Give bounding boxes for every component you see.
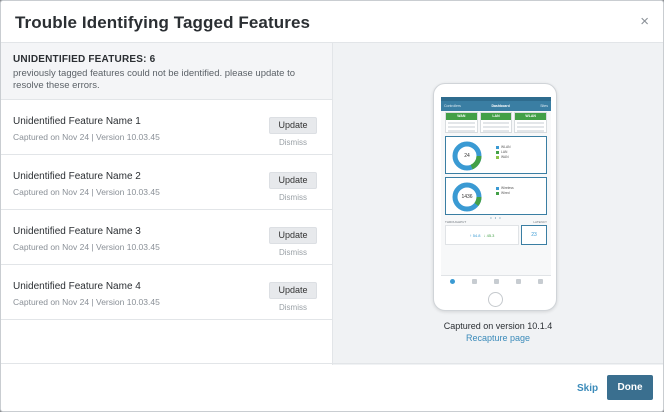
- tab-icon: [515, 278, 521, 284]
- phone-donut-card: 1436 Wireless Wired: [445, 177, 547, 215]
- tile-header: WAN: [446, 113, 477, 120]
- legend-item: LAN: [501, 150, 508, 154]
- recapture-link[interactable]: Recapture page: [333, 333, 663, 343]
- trouble-identifying-modal: Trouble Identifying Tagged Features × UN…: [0, 0, 664, 412]
- donut-chart: 1436: [452, 182, 482, 212]
- tab-icon: [493, 278, 499, 284]
- phone-donut-card: 24 WLAN LAN WAN: [445, 136, 547, 174]
- modal-title: Trouble Identifying Tagged Features: [15, 13, 311, 32]
- latency-box: 23: [521, 225, 547, 245]
- tile-line: [517, 130, 545, 132]
- tile-line: [448, 130, 475, 132]
- feature-meta: Captured on Nov 24 | Version 10.03.45: [13, 132, 160, 142]
- phone-nav-right: Sites: [540, 104, 548, 108]
- phone-home-button: [488, 292, 503, 307]
- dismiss-link[interactable]: Dismiss: [269, 303, 317, 312]
- tile-header: LAN: [480, 113, 512, 120]
- throughput-label: THROUGHPUT: [445, 220, 467, 224]
- donut-value: 1436: [461, 194, 472, 200]
- feature-meta: Captured on Nov 24 | Version 10.03.45: [13, 297, 160, 307]
- phone-throughput-row: ↑ 54.8 ↓ 45.3 23: [441, 224, 551, 246]
- modal-header: Trouble Identifying Tagged Features ×: [1, 1, 663, 43]
- feature-meta: Captured on Nov 24 | Version 10.03.45: [13, 187, 160, 197]
- summary-description: previously tagged features could not be …: [13, 68, 296, 91]
- phone-tile: WLAN: [514, 112, 548, 133]
- close-icon[interactable]: ×: [640, 13, 649, 31]
- dismiss-link[interactable]: Dismiss: [269, 248, 317, 257]
- tile-header: WLAN: [515, 113, 547, 120]
- feature-row: Unidentified Feature Name 2 Captured on …: [1, 155, 332, 210]
- feature-row: Unidentified Feature Name 1 Captured on …: [1, 100, 332, 155]
- donut-legend: WLAN LAN WAN: [496, 145, 511, 160]
- phone-tile: WAN: [445, 112, 478, 133]
- feature-name: Unidentified Feature Name 1: [13, 116, 141, 127]
- tab-icon: [449, 278, 455, 284]
- donut-value: 24: [464, 153, 470, 159]
- update-button[interactable]: Update: [269, 282, 317, 299]
- tile-line: [448, 126, 475, 128]
- tile-line: [482, 126, 510, 128]
- latency-label: LATENCY: [533, 220, 547, 224]
- legend-item: WLAN: [501, 145, 511, 149]
- feature-meta: Captured on Nov 24 | Version 10.03.45: [13, 242, 160, 252]
- tile-line: [517, 122, 545, 124]
- phone-nav-left: Controllers: [444, 104, 461, 108]
- preview-panel: Controllers Dashboard Sites WAN LAN WLAN: [333, 43, 663, 365]
- tab-icon: [537, 278, 543, 284]
- done-button[interactable]: Done: [607, 375, 653, 400]
- phone-nav-title: Dashboard: [491, 104, 510, 108]
- legend-item: Wired: [501, 191, 510, 195]
- throughput-box: ↑ 54.8 ↓ 45.3: [445, 225, 519, 245]
- feature-row: Unidentified Feature Name 4 Captured on …: [1, 265, 332, 320]
- phone-tile: LAN: [479, 112, 513, 133]
- feature-name: Unidentified Feature Name 3: [13, 226, 141, 237]
- modal-body: UNIDENTIFIED FEATURES: 6 previously tagg…: [1, 43, 663, 365]
- tile-line: [448, 122, 475, 124]
- donut-legend: Wireless Wired: [496, 186, 514, 196]
- donut-chart: 24: [452, 141, 482, 171]
- throughput-down: ↑ 54.8: [469, 232, 481, 238]
- phone-status-tiles: WAN LAN WLAN: [441, 111, 551, 133]
- unidentified-count: UNIDENTIFIED FEATURES: 6: [13, 54, 156, 65]
- modal-footer: Skip Done: [1, 363, 663, 411]
- phone-tab-bar: [441, 275, 551, 286]
- feature-row: Unidentified Feature Name 3 Captured on …: [1, 210, 332, 265]
- phone-screen: Controllers Dashboard Sites WAN LAN WLAN: [441, 97, 551, 286]
- tab-icon: [471, 278, 477, 284]
- feature-name: Unidentified Feature Name 2: [13, 171, 141, 182]
- feature-name: Unidentified Feature Name 4: [13, 281, 141, 292]
- tile-line: [482, 122, 510, 124]
- phone-preview: Controllers Dashboard Sites WAN LAN WLAN: [433, 83, 557, 311]
- tile-line: [517, 126, 545, 128]
- legend-item: WAN: [501, 155, 509, 159]
- legend-item: Wireless: [501, 186, 514, 190]
- captured-version: Captured on version 10.1.4: [443, 321, 553, 331]
- tile-line: [482, 130, 510, 132]
- skip-button[interactable]: Skip: [577, 383, 598, 394]
- dismiss-link[interactable]: Dismiss: [269, 193, 317, 202]
- update-button[interactable]: Update: [269, 227, 317, 244]
- dismiss-link[interactable]: Dismiss: [269, 138, 317, 147]
- update-button[interactable]: Update: [269, 172, 317, 189]
- throughput-up: ↓ 45.3: [483, 232, 495, 238]
- phone-nav-bar: Controllers Dashboard Sites: [441, 101, 551, 111]
- update-button[interactable]: Update: [269, 117, 317, 134]
- summary-banner: UNIDENTIFIED FEATURES: 6 previously tagg…: [1, 43, 332, 100]
- feature-list-panel: UNIDENTIFIED FEATURES: 6 previously tagg…: [1, 43, 333, 365]
